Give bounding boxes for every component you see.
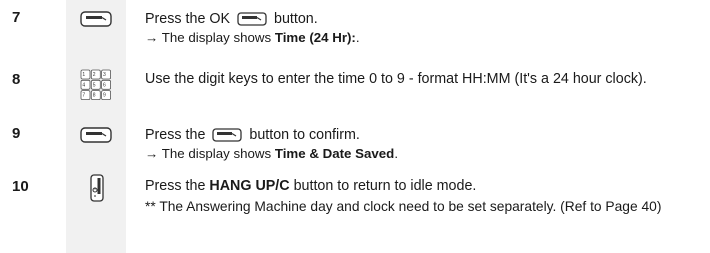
keypad-key-label: 8 bbox=[93, 93, 96, 99]
keypad-key-label: 1 bbox=[82, 72, 85, 78]
step-number: 8 bbox=[12, 71, 21, 88]
ok-button-icon bbox=[80, 11, 112, 32]
step-number: 9 bbox=[12, 125, 21, 142]
ok-button-icon bbox=[237, 12, 267, 30]
step-text: Press the button to confirm. → The displ… bbox=[145, 127, 399, 161]
keypad-key-label: 4 bbox=[82, 82, 85, 88]
ok-button-icon bbox=[80, 127, 112, 148]
step-number: 7 bbox=[12, 9, 21, 26]
keypad-key-label: 5 bbox=[93, 82, 96, 88]
step-text: Press the OK button. → The display shows… bbox=[145, 11, 360, 45]
ok-button-icon bbox=[212, 128, 243, 146]
step-text: Press the HANG UP/C button to return to … bbox=[145, 178, 705, 215]
keypad-key-label: 2 bbox=[93, 72, 96, 78]
note-text: ** The Answering Machine day and clock n… bbox=[145, 199, 662, 214]
hang-up-icon bbox=[89, 174, 105, 207]
keypad-key-label: 6 bbox=[103, 82, 106, 88]
step-number: 10 bbox=[12, 178, 29, 195]
keypad-key-label: 3 bbox=[103, 72, 106, 78]
keypad-key-label: 9 bbox=[103, 93, 106, 99]
keypad-icon: 1 2 3 4 5 6 7 8 9 bbox=[80, 69, 112, 106]
step-text: Use the digit keys to enter the time 0 t… bbox=[145, 71, 647, 87]
keypad-key-label: 7 bbox=[82, 93, 85, 99]
